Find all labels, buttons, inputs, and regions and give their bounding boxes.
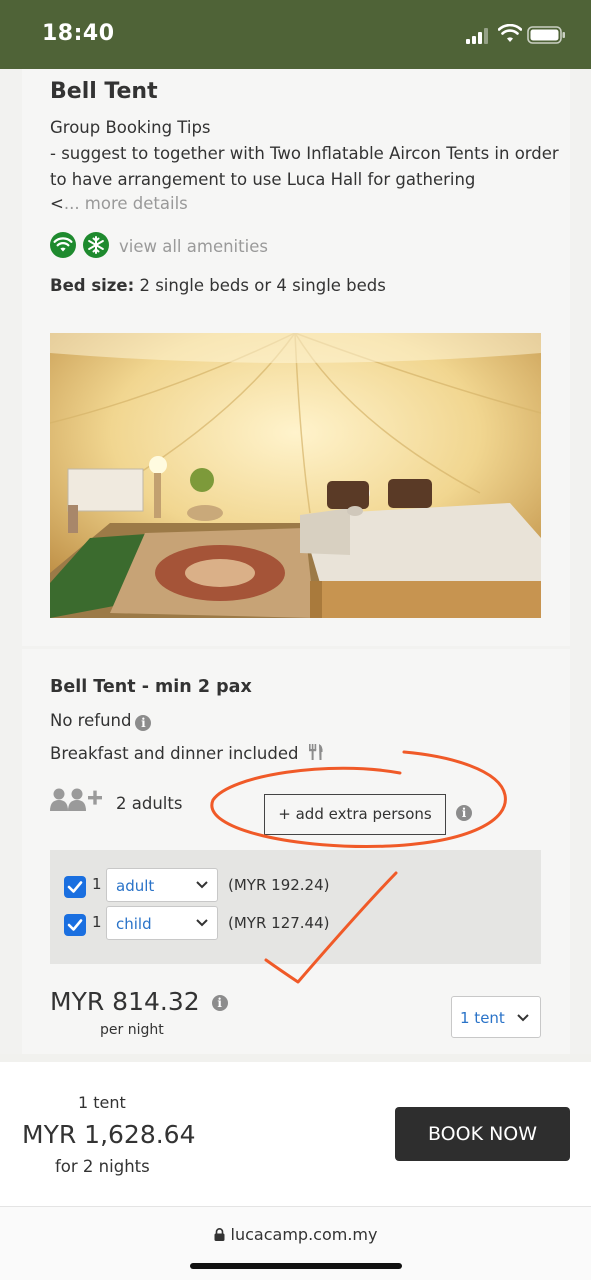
select-value: child xyxy=(116,915,152,933)
status-time: 18:40 xyxy=(42,21,115,46)
browser-url-bar[interactable]: lucacamp.com.my xyxy=(0,1206,591,1280)
extra-adult-checkbox[interactable] xyxy=(64,876,86,898)
chevron-down-icon xyxy=(196,881,208,889)
more-details-text: ... more details xyxy=(63,194,188,213)
wifi-status-icon xyxy=(498,24,522,42)
extra-persons-panel: 1 adult (MYR 192.24) 1 child (MYR 127.44… xyxy=(50,850,541,964)
booking-nights: for 2 nights xyxy=(55,1157,150,1176)
extra-adult-qty: 1 xyxy=(92,875,102,893)
extra-child-row: 1 child (MYR 127.44) xyxy=(64,906,534,940)
book-now-button[interactable]: BOOK NOW xyxy=(395,1107,570,1161)
select-value: 1 tent xyxy=(460,1009,505,1027)
lock-icon xyxy=(214,1228,225,1241)
bed-size-label: Bed size: xyxy=(50,276,135,295)
extra-child-checkbox[interactable] xyxy=(64,914,86,936)
booking-total-price: MYR 1,628.64 xyxy=(22,1120,196,1149)
more-prefix: < xyxy=(50,194,64,213)
booking-tent-count: 1 tent xyxy=(78,1093,126,1112)
home-indicator[interactable] xyxy=(190,1263,402,1269)
chevron-down-icon xyxy=(196,919,208,927)
status-bar: 18:40 xyxy=(0,0,591,69)
view-all-amenities-link[interactable]: view all amenities xyxy=(119,237,268,256)
select-value: adult xyxy=(116,877,155,895)
price-info-icon[interactable]: i xyxy=(211,995,228,1011)
extra-persons-info-icon[interactable]: i xyxy=(456,805,472,821)
per-night-label: per night xyxy=(100,1022,164,1038)
extra-adult-type-select[interactable]: adult xyxy=(106,868,218,902)
page-content[interactable]: Bell Tent Group Booking Tips - suggest t… xyxy=(0,69,591,1054)
rate-title: Bell Tent - min 2 pax xyxy=(50,677,252,697)
add-extra-persons-button[interactable]: + add extra persons xyxy=(264,794,446,835)
rate-card: Bell Tent - min 2 pax No refund i Breakfa… xyxy=(22,649,570,1054)
booking-bar: 1 tent MYR 1,628.64 for 2 nights BOOK NO… xyxy=(0,1062,591,1206)
more-details-link[interactable]: <... more details xyxy=(50,194,188,213)
extra-adult-row: 1 adult (MYR 192.24) xyxy=(64,868,534,902)
meal-info: Breakfast and dinner included xyxy=(50,743,325,763)
url-text: lucacamp.com.my xyxy=(230,1225,378,1244)
cellular-signal-icon xyxy=(466,28,488,44)
tent-quantity-select[interactable]: 1 tent xyxy=(451,996,541,1038)
description-line: Group Booking Tips xyxy=(50,118,211,137)
nightly-price: MYR 814.32 i xyxy=(50,987,228,1016)
battery-icon xyxy=(527,26,565,44)
meals-text: Breakfast and dinner included xyxy=(50,744,299,763)
add-person-icon xyxy=(50,788,102,811)
chevron-down-icon xyxy=(517,1014,529,1022)
extra-child-qty: 1 xyxy=(92,913,102,931)
room-photo[interactable] xyxy=(50,333,541,618)
bed-size: Bed size: 2 single beds or 4 single beds xyxy=(50,276,386,295)
refund-policy: No refund i xyxy=(50,711,152,731)
bed-size-value: 2 single beds or 4 single beds xyxy=(134,276,386,295)
room-card: Bell Tent Group Booking Tips - suggest t… xyxy=(22,69,570,646)
aircon-snowflake-icon xyxy=(83,232,109,258)
room-description: Group Booking Tips - suggest to together… xyxy=(50,115,559,193)
description-line: to have arrangement to use Luca Hall for… xyxy=(50,170,476,189)
extra-adult-price: (MYR 192.24) xyxy=(228,876,330,894)
info-icon[interactable]: i xyxy=(135,715,152,731)
nightly-price-value: MYR 814.32 xyxy=(50,987,200,1016)
url-display[interactable]: lucacamp.com.my xyxy=(0,1225,591,1244)
adults-count: 2 adults xyxy=(116,794,183,813)
refund-text: No refund xyxy=(50,711,132,730)
room-title: Bell Tent xyxy=(50,79,158,104)
extra-child-price: (MYR 127.44) xyxy=(228,914,330,932)
wifi-icon xyxy=(50,232,76,258)
description-line: - suggest to together with Two Inflatabl… xyxy=(50,144,559,163)
fork-knife-icon xyxy=(308,744,323,760)
extra-child-type-select[interactable]: child xyxy=(106,906,218,940)
